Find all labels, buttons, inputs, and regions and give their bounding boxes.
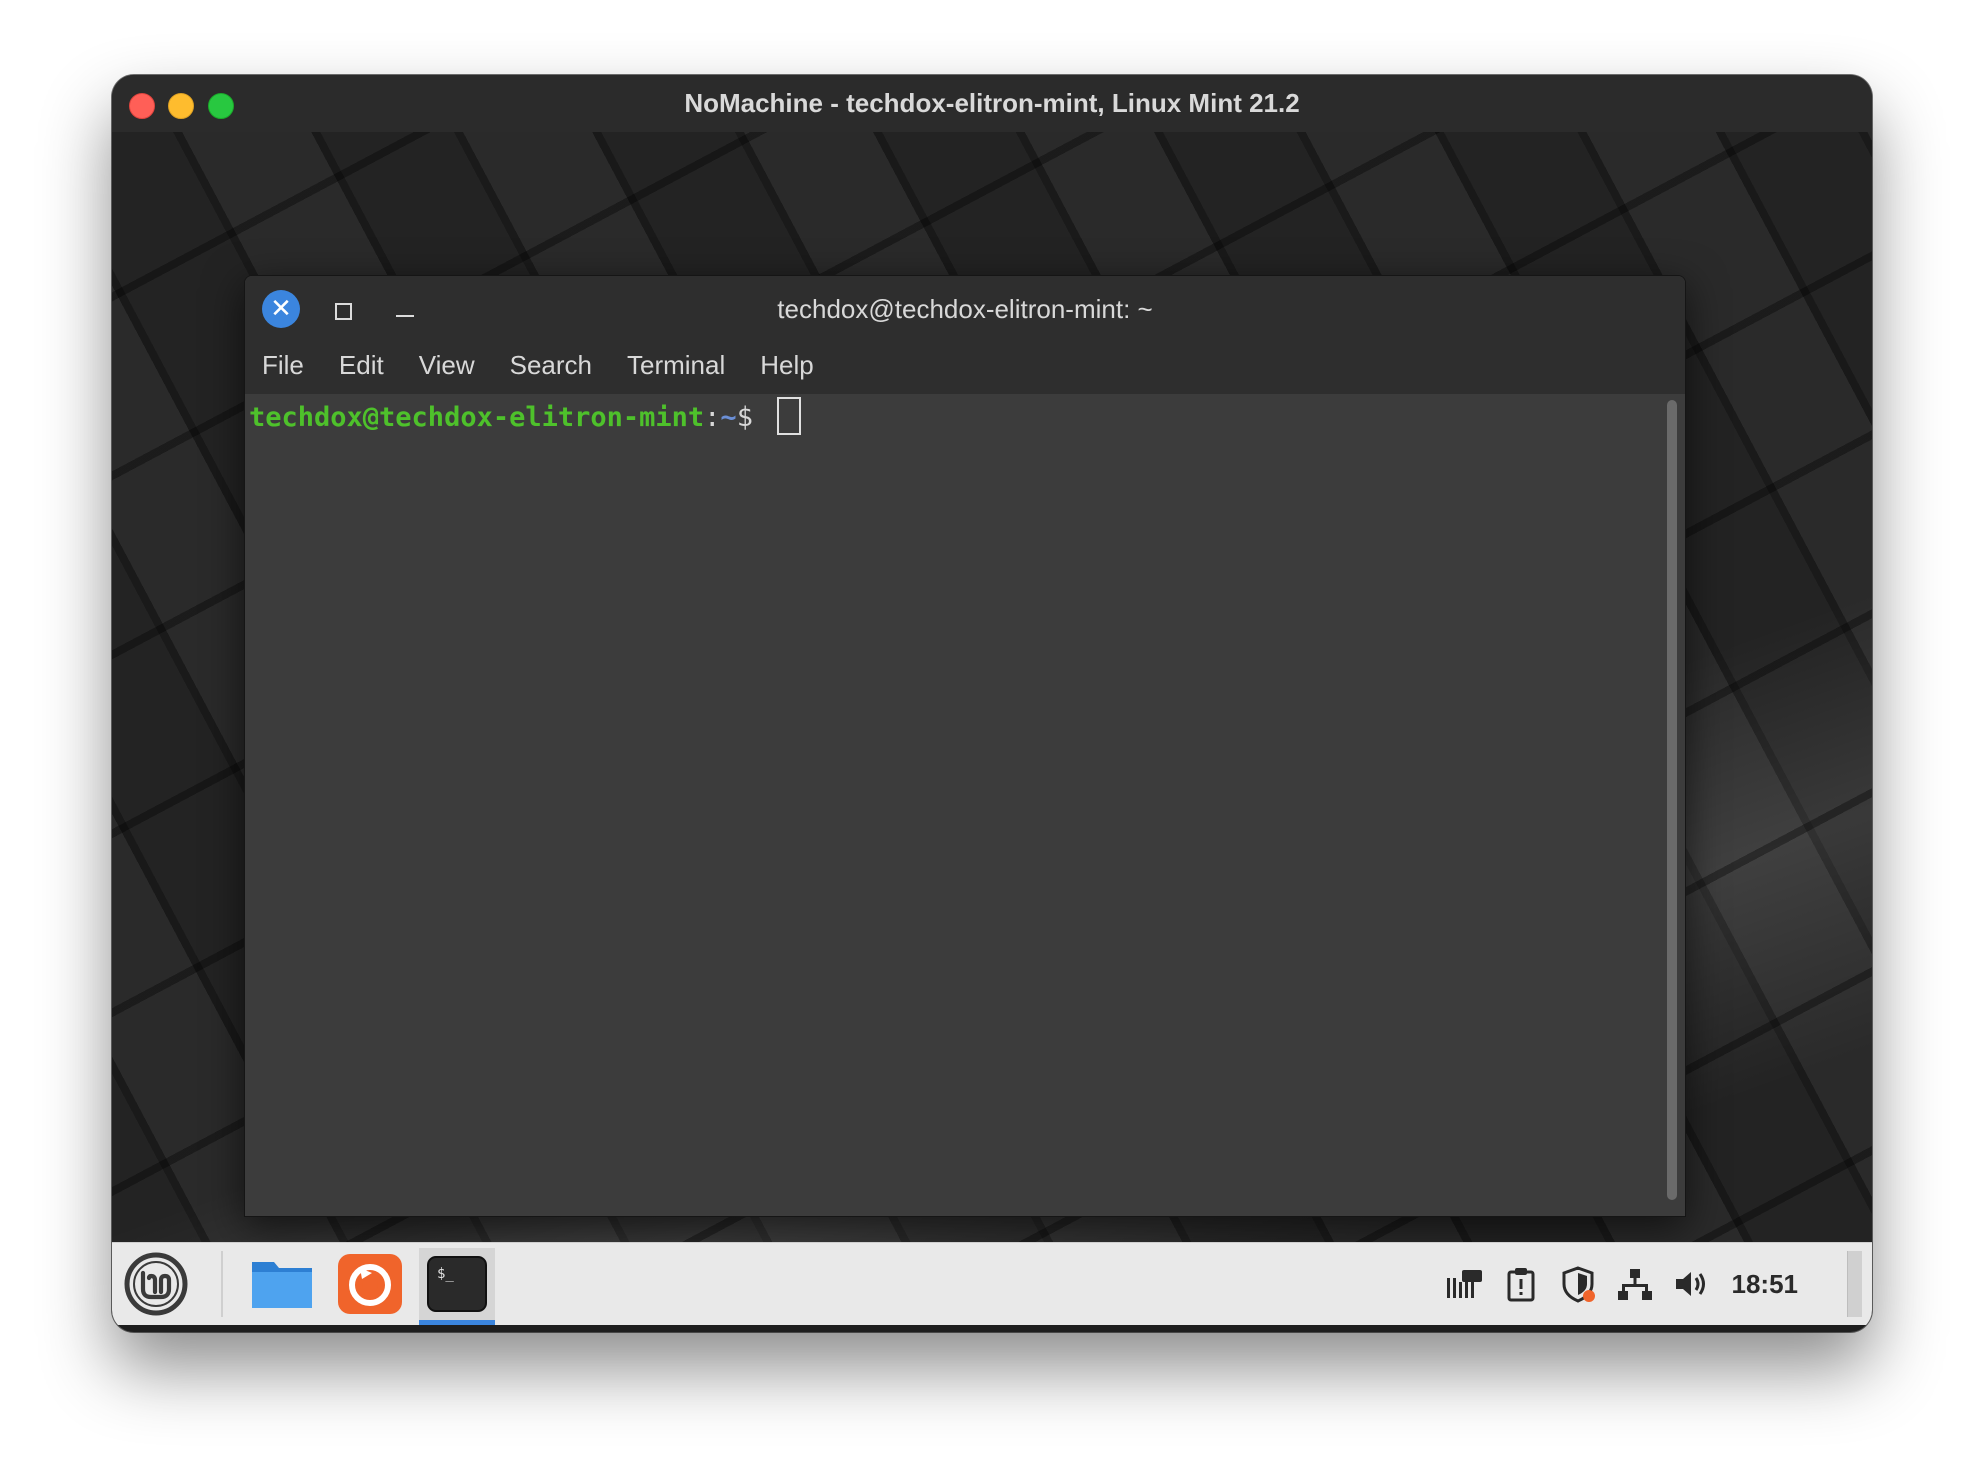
firefox-launcher[interactable] bbox=[332, 1248, 408, 1320]
terminal-icon: $_ bbox=[427, 1256, 487, 1312]
mint-menu-button[interactable] bbox=[124, 1252, 188, 1316]
taskbar: $_ 18:51 bbox=[112, 1242, 1872, 1325]
firefox-icon bbox=[338, 1254, 402, 1314]
remote-desktop[interactable]: ✕ techdox@techdox-elitron-mint: ~ File E… bbox=[112, 132, 1872, 1325]
terminal-window: ✕ techdox@techdox-elitron-mint: ~ File E… bbox=[244, 275, 1686, 1217]
system-tray: 18:51 bbox=[1427, 1243, 1799, 1325]
menu-search[interactable]: Search bbox=[510, 350, 592, 381]
prompt-line: techdox@techdox-elitron-mint:~$ bbox=[249, 397, 802, 436]
nomachine-window: NoMachine - techdox-elitron-mint, Linux … bbox=[112, 75, 1872, 1332]
menu-help[interactable]: Help bbox=[760, 350, 813, 381]
terminal-title-text: techdox@techdox-elitron-mint: ~ bbox=[777, 294, 1153, 324]
prompt-symbol: $ bbox=[736, 402, 770, 433]
terminal-menubar: File Edit View Search Terminal Help bbox=[245, 336, 849, 394]
notification-glyph bbox=[1446, 1270, 1482, 1298]
volume-glyph bbox=[1675, 1272, 1705, 1296]
terminal-output-area[interactable]: techdox@techdox-elitron-mint:~$ bbox=[245, 394, 1685, 1216]
menu-file[interactable]: File bbox=[262, 350, 304, 381]
clipboard-glyph bbox=[1507, 1268, 1534, 1302]
clipboard-icon[interactable] bbox=[1501, 1264, 1541, 1304]
prompt-separator: : bbox=[704, 402, 721, 433]
host-window-title: NoMachine - techdox-elitron-mint, Linux … bbox=[684, 88, 1300, 118]
notification-icon[interactable] bbox=[1444, 1264, 1484, 1304]
folder-icon bbox=[252, 1262, 312, 1308]
network-icon[interactable] bbox=[1615, 1264, 1655, 1304]
terminal-scrollbar[interactable] bbox=[1667, 400, 1677, 1200]
host-titlebar[interactable]: NoMachine - techdox-elitron-mint, Linux … bbox=[112, 75, 1872, 133]
clock[interactable]: 18:51 bbox=[1732, 1269, 1799, 1300]
text-cursor bbox=[777, 397, 802, 435]
menu-view[interactable]: View bbox=[419, 350, 475, 381]
files-launcher[interactable] bbox=[244, 1248, 320, 1320]
terminal-title: techdox@techdox-elitron-mint: ~ bbox=[245, 276, 1685, 342]
terminal-icon-glyph: $_ bbox=[437, 1266, 454, 1282]
menu-edit[interactable]: Edit bbox=[339, 350, 384, 381]
prompt-user-host: techdox@techdox-elitron-mint bbox=[249, 402, 705, 433]
prompt-path: ~ bbox=[720, 402, 737, 433]
show-desktop-button[interactable] bbox=[1847, 1251, 1862, 1317]
taskbar-separator bbox=[221, 1251, 223, 1317]
terminal-launcher[interactable]: $_ bbox=[419, 1248, 495, 1325]
shield-icon[interactable] bbox=[1558, 1264, 1598, 1304]
network-glyph bbox=[1617, 1269, 1652, 1300]
linux-mint-logo-icon bbox=[124, 1252, 188, 1316]
shield-glyph bbox=[1562, 1266, 1595, 1303]
menu-terminal[interactable]: Terminal bbox=[627, 350, 725, 381]
volume-icon[interactable] bbox=[1672, 1264, 1712, 1304]
terminal-header[interactable]: ✕ techdox@techdox-elitron-mint: ~ File E… bbox=[245, 276, 1685, 394]
